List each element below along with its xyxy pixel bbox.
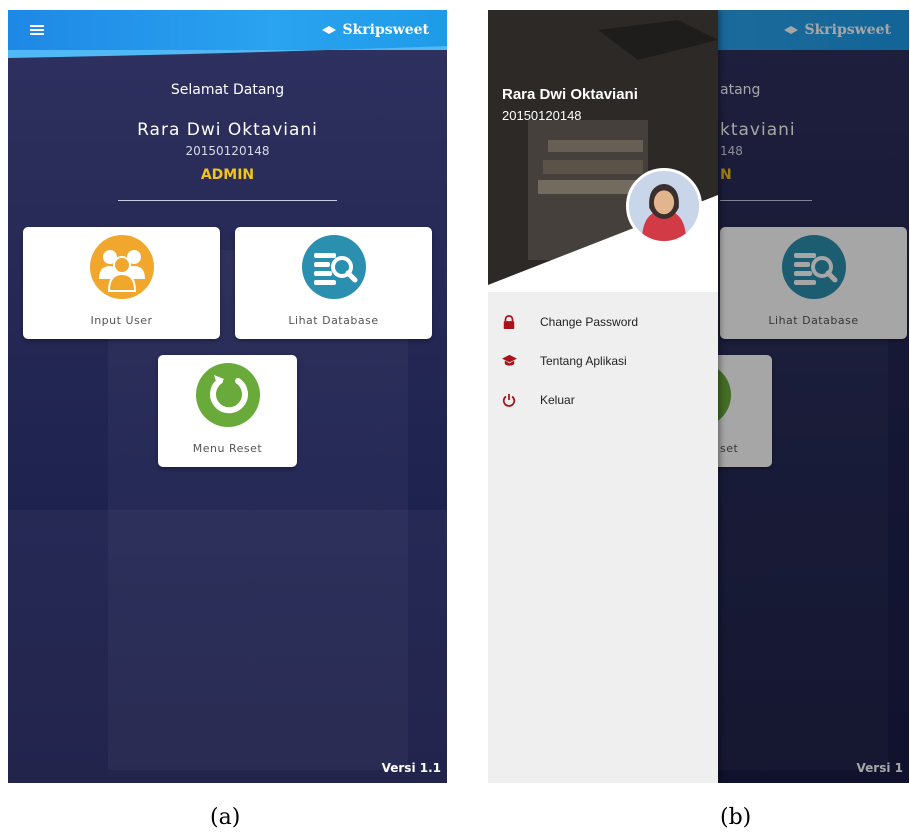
phone-screen-a: Skripsweet Selamat Datang Rara Dwi Oktav…	[8, 10, 447, 783]
caption-b: (b)	[720, 805, 752, 830]
drawer-header: Rara Dwi Oktaviani 20150120148	[488, 10, 718, 292]
keluar-item[interactable]: Keluar	[488, 380, 718, 419]
change-password-item[interactable]: Change Password	[488, 302, 718, 341]
card-label: Lihat Database	[288, 314, 379, 327]
navigation-drawer: Rara Dwi Oktaviani 20150120148 Change Pa…	[488, 10, 718, 783]
database-search-icon	[301, 235, 366, 299]
menu-reset-card[interactable]: Menu Reset	[158, 355, 297, 467]
power-icon	[501, 392, 517, 408]
app-logo-text: Skripsweet	[342, 22, 429, 38]
user-name: Rara Dwi Oktaviani	[137, 120, 318, 140]
header-photo	[488, 10, 718, 292]
divider	[118, 200, 337, 201]
lock-icon	[501, 314, 517, 330]
graduation-cap-icon	[501, 353, 517, 369]
card-label: Menu Reset	[192, 442, 263, 455]
menu-item-label: Keluar	[540, 392, 575, 407]
app-bar: Skripsweet	[8, 10, 447, 58]
hamburger-menu-icon[interactable]	[30, 23, 50, 39]
tentang-aplikasi-item[interactable]: Tentang Aplikasi	[488, 341, 718, 380]
avatar[interactable]	[626, 168, 702, 244]
drawer-user-id: 20150120148	[502, 108, 582, 123]
drawer-user-name: Rara Dwi Oktaviani	[502, 86, 638, 103]
logo-cap-icon	[322, 25, 337, 34]
caption-a: (a)	[210, 805, 241, 830]
input-user-card[interactable]: Input User	[23, 227, 220, 339]
greeting-text: Selamat Datang	[170, 82, 285, 98]
menu-item-label: Tentang Aplikasi	[540, 353, 627, 368]
reset-icon	[195, 363, 260, 427]
user-id: 20150120148	[185, 144, 270, 158]
version-label: Versi 1.1	[381, 761, 441, 775]
drawer-menu: Change Password Tentang Aplikasi Keluar	[488, 302, 718, 419]
lihat-database-card[interactable]: Lihat Database	[235, 227, 432, 339]
building-silhouette	[8, 510, 447, 783]
users-icon	[89, 235, 154, 299]
phone-screen-b: Skripsweet atang ktaviani 148 N Lihat Da…	[488, 10, 909, 783]
user-role: ADMIN	[200, 167, 255, 183]
menu-item-label: Change Password	[540, 314, 639, 329]
app-logo: Skripsweet	[322, 22, 429, 38]
card-label: Input User	[90, 314, 153, 327]
